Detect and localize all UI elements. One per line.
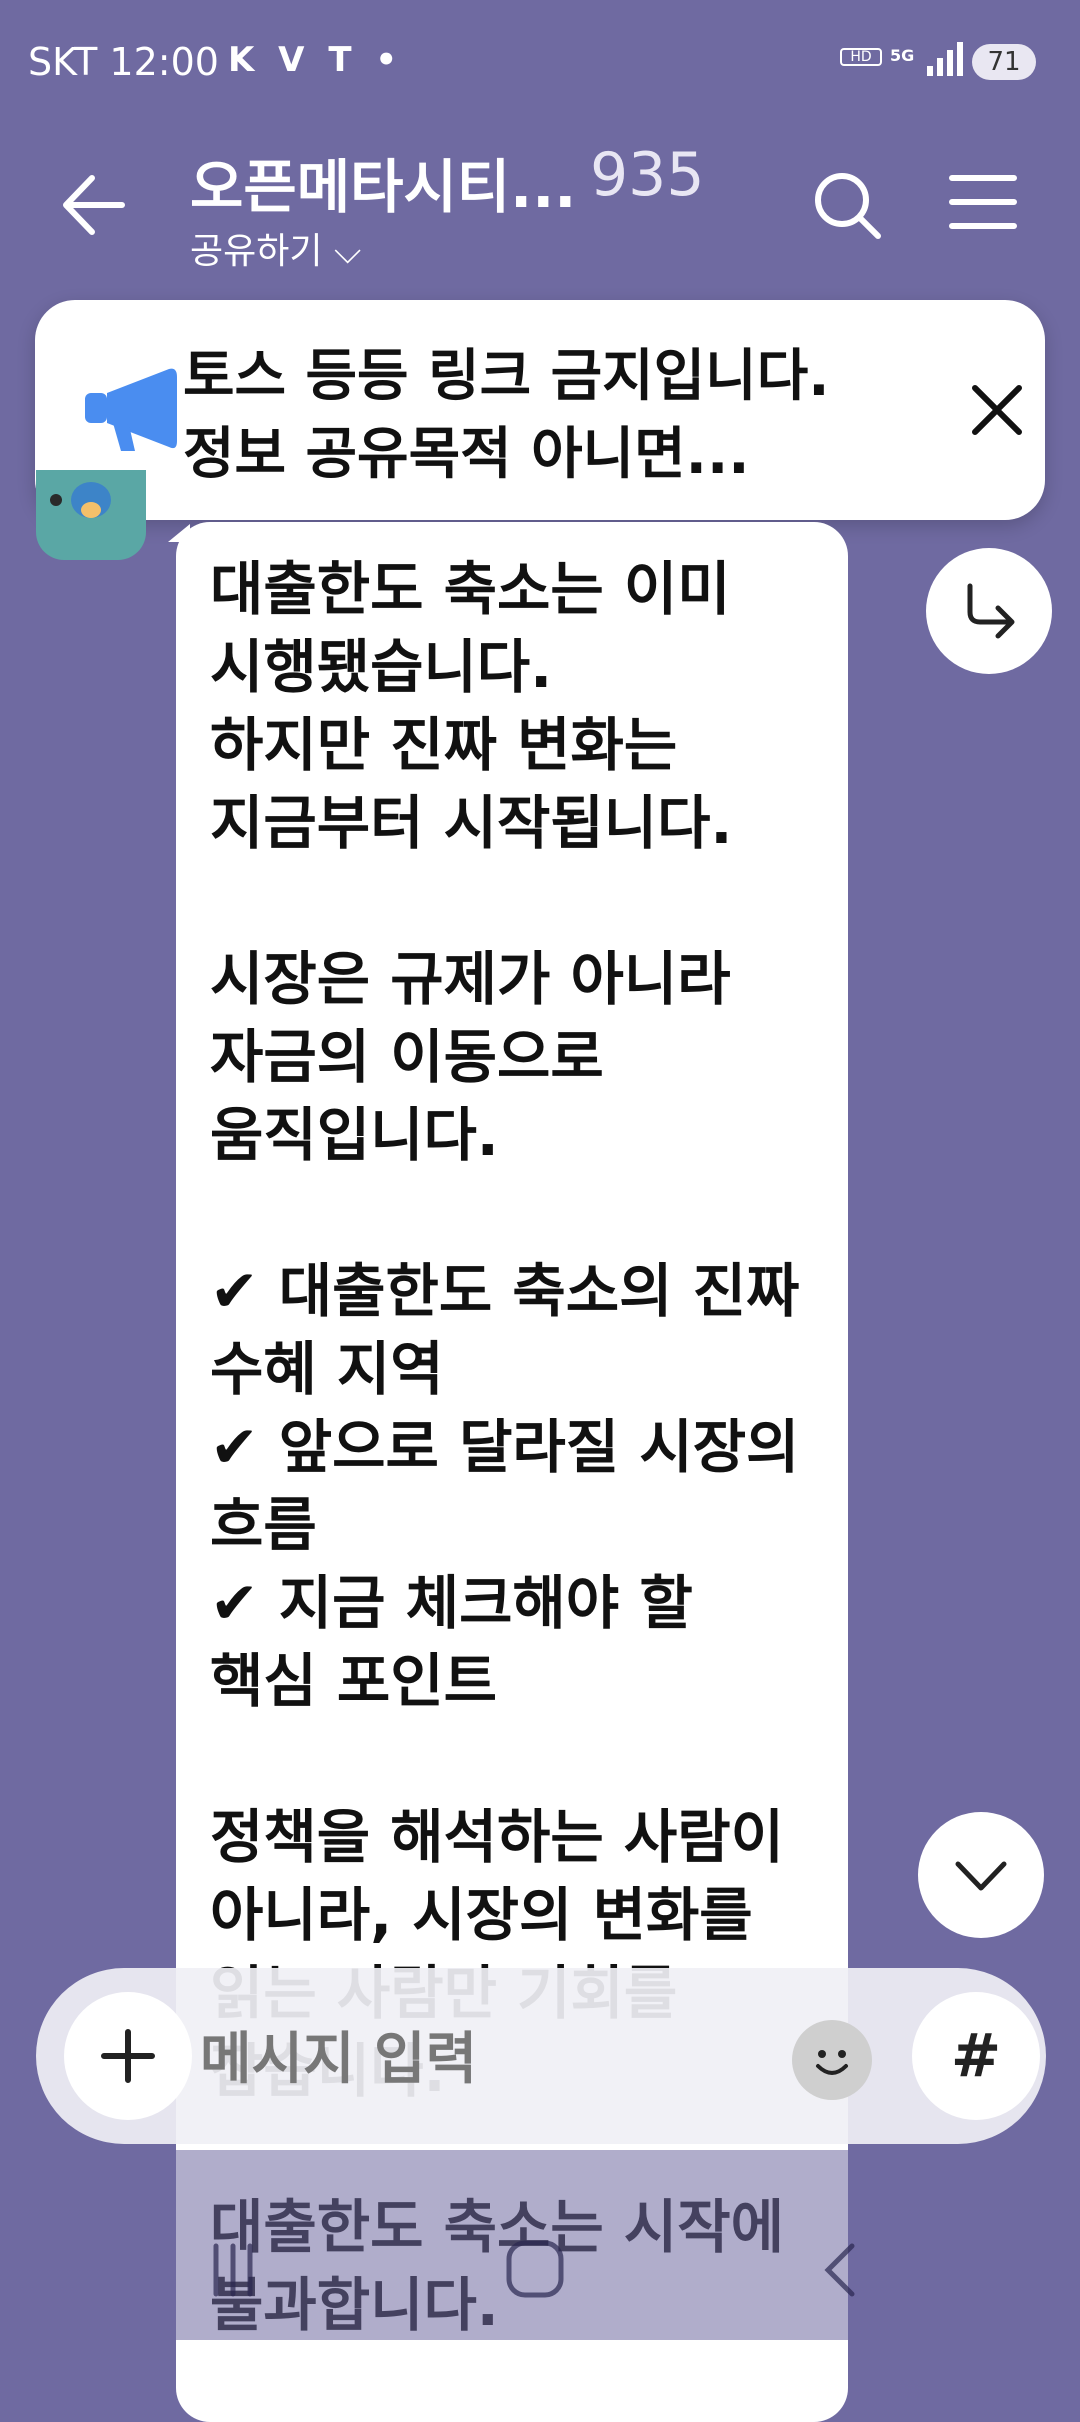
search-icon[interactable] xyxy=(812,170,882,240)
avatar-character-icon xyxy=(50,482,111,518)
notice-banner[interactable]: 토스 등등 링크 금지입니다. 정보 공유목적 아니면... xyxy=(35,300,1045,520)
plus-icon xyxy=(101,2029,155,2083)
scroll-down-button[interactable] xyxy=(918,1812,1044,1938)
avatar[interactable] xyxy=(36,470,146,560)
member-count: 935 xyxy=(590,140,705,210)
menu-icon[interactable] xyxy=(948,172,1018,232)
message-composer: 메시지 입력 # xyxy=(36,1968,1046,2144)
share-label: 공유하기 xyxy=(190,231,323,272)
share-dropdown[interactable]: 공유하기 ⌵ xyxy=(190,222,361,274)
megaphone-icon xyxy=(85,368,177,451)
back-arrow-icon[interactable] xyxy=(58,170,128,240)
battery-icon: 71 xyxy=(972,44,1036,80)
attach-button[interactable] xyxy=(64,1992,192,2120)
signal-icon xyxy=(927,42,963,76)
forward-arrow-icon xyxy=(967,583,1015,639)
emoji-icon xyxy=(816,2050,848,2075)
back-nav-icon[interactable] xyxy=(820,2240,860,2300)
emoji-button[interactable] xyxy=(792,2020,872,2100)
chevron-down-icon: ⌵ xyxy=(333,231,362,272)
network-label: 5G xyxy=(890,46,915,65)
clock-label: 12:00 xyxy=(109,40,219,84)
notification-icons: K V T • xyxy=(228,40,404,80)
home-icon[interactable] xyxy=(504,2238,566,2300)
status-bar: SKT 12:00 K V T • HD 5G 71 xyxy=(0,0,1080,120)
carrier-label: SKT xyxy=(28,40,98,84)
notice-text: 토스 등등 링크 금지입니다. 정보 공유목적 아니면... xyxy=(183,344,830,487)
carrier-time: SKT 12:00 xyxy=(28,40,219,84)
forward-button[interactable] xyxy=(926,548,1052,674)
hashtag-button[interactable]: # xyxy=(912,1992,1040,2120)
chevron-down-icon xyxy=(955,1861,1007,1891)
close-icon[interactable] xyxy=(965,378,1029,442)
hd-voice-icon: HD xyxy=(840,48,882,66)
message-input[interactable]: 메시지 입력 xyxy=(200,2014,477,2095)
chat-room-title[interactable]: 오픈메타시티... xyxy=(190,140,576,224)
recent-apps-icon[interactable] xyxy=(208,2240,258,2300)
